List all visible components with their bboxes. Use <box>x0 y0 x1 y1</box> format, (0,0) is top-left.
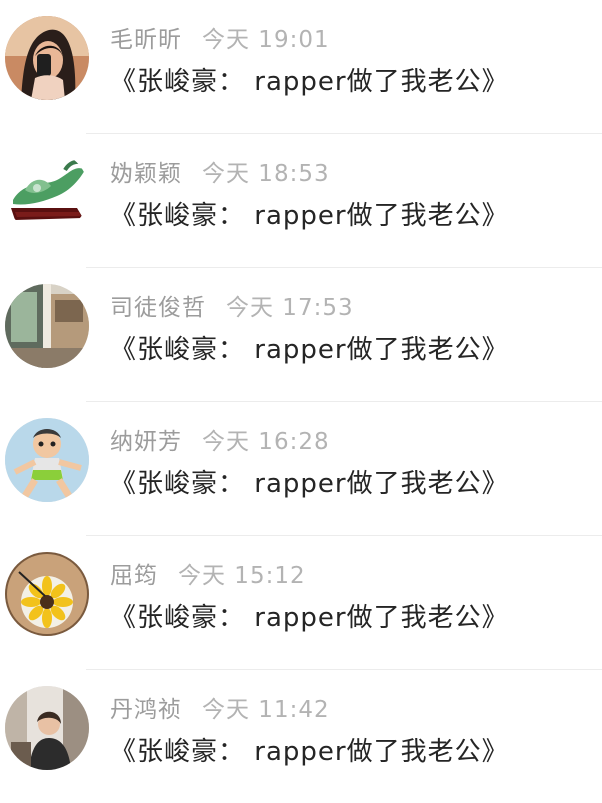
sender-name: 纳妍芳 <box>110 429 182 455</box>
sunflower-icon <box>5 552 89 636</box>
message-meta: 毛昕昕 今天 19:01 <box>110 20 330 53</box>
timestamp: 今天 18:53 <box>202 161 330 187</box>
message-meta: 司徒俊哲 今天 17:53 <box>110 288 354 321</box>
list-item[interactable]: 司徒俊哲 今天 17:53 《张峻豪： rapper做了我老公》 <box>0 268 602 402</box>
jade-cabbage-icon <box>5 150 89 234</box>
message-text: 《张峻豪： rapper做了我老公》 <box>110 737 509 767</box>
girl-selfie-avatar[interactable] <box>5 16 89 100</box>
cartoon-character-icon <box>5 418 89 502</box>
list-item[interactable]: 屈筠 今天 15:12 《张峻豪： rapper做了我老公》 <box>0 536 602 670</box>
girl-selfie-icon <box>5 16 89 100</box>
cartoon-character-avatar[interactable] <box>5 418 89 502</box>
photo-person-avatar[interactable] <box>5 686 89 770</box>
message-text: 《张峻豪： rapper做了我老公》 <box>110 67 509 97</box>
sunflower-avatar[interactable] <box>5 552 89 636</box>
message-list: 毛昕昕 今天 19:01 《张峻豪： rapper做了我老公》 妫颖颖 今天 1… <box>0 0 602 803</box>
message-text: 《张峻豪： rapper做了我老公》 <box>110 201 509 231</box>
timestamp: 今天 16:28 <box>202 429 330 455</box>
timestamp: 今天 15:12 <box>178 563 306 589</box>
list-item[interactable]: 毛昕昕 今天 19:01 《张峻豪： rapper做了我老公》 <box>0 0 602 134</box>
list-item[interactable]: 丹鸿祯 今天 11:42 《张峻豪： rapper做了我老公》 <box>0 670 602 803</box>
message-meta: 妫颖颖 今天 18:53 <box>110 154 330 187</box>
room-window-avatar[interactable] <box>5 284 89 368</box>
message-text: 《张峻豪： rapper做了我老公》 <box>110 603 509 633</box>
message-meta: 丹鸿祯 今天 11:42 <box>110 690 330 723</box>
sender-name: 司徒俊哲 <box>110 295 206 321</box>
timestamp: 今天 11:42 <box>202 697 330 723</box>
room-window-icon <box>5 284 89 368</box>
message-meta: 屈筠 今天 15:12 <box>110 556 306 589</box>
list-item[interactable]: 纳妍芳 今天 16:28 《张峻豪： rapper做了我老公》 <box>0 402 602 536</box>
list-item[interactable]: 妫颖颖 今天 18:53 《张峻豪： rapper做了我老公》 <box>0 134 602 268</box>
sender-name: 丹鸿祯 <box>110 697 182 723</box>
photo-person-icon <box>5 686 89 770</box>
message-text: 《张峻豪： rapper做了我老公》 <box>110 335 509 365</box>
sender-name: 屈筠 <box>110 563 158 589</box>
timestamp: 今天 17:53 <box>226 295 354 321</box>
sender-name: 毛昕昕 <box>110 27 182 53</box>
sender-name: 妫颖颖 <box>110 161 182 187</box>
jade-cabbage-avatar[interactable] <box>5 150 89 234</box>
message-text: 《张峻豪： rapper做了我老公》 <box>110 469 509 499</box>
timestamp: 今天 19:01 <box>202 27 330 53</box>
message-meta: 纳妍芳 今天 16:28 <box>110 422 330 455</box>
